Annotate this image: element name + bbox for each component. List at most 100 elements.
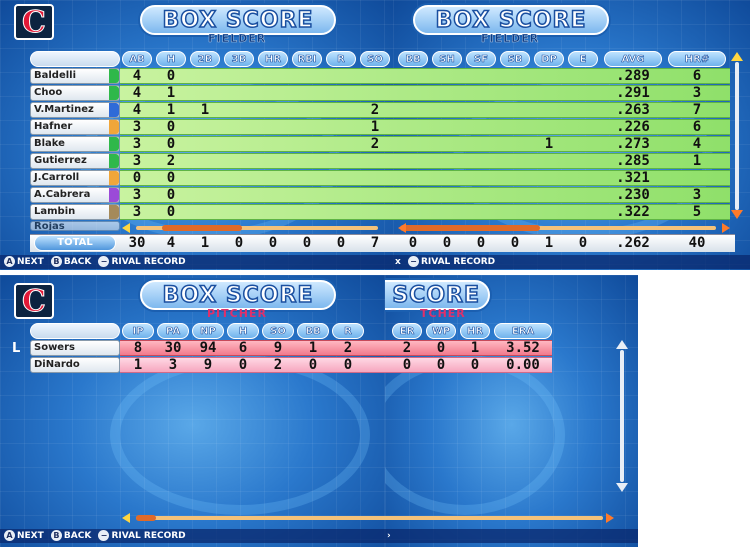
next-hint[interactable]: NEXT	[17, 531, 44, 541]
scroll-right-arrow-icon[interactable]	[398, 223, 406, 233]
pitcher-name[interactable]: DiNardo	[30, 357, 120, 373]
stat-cell	[432, 153, 462, 169]
stat-cell: 6	[692, 68, 702, 84]
stat-cell: 0	[402, 357, 412, 373]
player-name[interactable]: Gutierrez	[30, 153, 120, 169]
player-name[interactable]: Hafner	[30, 119, 120, 135]
scroll-left-arrow-icon[interactable]	[122, 223, 130, 233]
stat-cell: 94	[199, 340, 217, 356]
stat-cell	[398, 102, 428, 118]
box-score-title: BOX SCORE	[140, 5, 336, 35]
decision-indicator: L	[12, 341, 21, 356]
player-name[interactable]: Choo	[30, 85, 120, 101]
back-hint[interactable]: BACK	[64, 531, 91, 541]
position-color-tag	[109, 171, 119, 185]
column-header: SH	[432, 51, 462, 67]
fielder-horizontal-scrollbar-right[interactable]	[400, 223, 730, 233]
stat-cell: 0.00	[506, 357, 540, 373]
stat-cell	[292, 187, 322, 203]
pitcher-subtitle: PITCHER	[207, 307, 267, 320]
stat-cell	[190, 153, 220, 169]
player-name-label: Blake	[34, 138, 65, 149]
column-header: DP	[534, 51, 564, 67]
position-color-tag	[109, 137, 119, 151]
player-name-label: J.Carroll	[34, 172, 80, 183]
stat-cell	[224, 119, 254, 135]
player-name[interactable]: A.Cabrera	[30, 187, 120, 203]
scroll-left-arrow-icon[interactable]	[122, 513, 130, 523]
stat-cell	[326, 85, 356, 101]
b-button-icon: B	[50, 256, 62, 267]
player-name[interactable]: Lambin	[30, 204, 120, 220]
stat-cell: 1	[544, 136, 554, 152]
scroll-right-arrow-icon[interactable]	[606, 513, 614, 523]
pitcher-vertical-scrollbar[interactable]	[617, 340, 627, 492]
stat-cell	[534, 68, 564, 84]
scroll-down-arrow-icon[interactable]	[731, 210, 743, 219]
scroll-down-arrow-icon[interactable]	[616, 483, 628, 492]
stat-cell	[258, 204, 288, 220]
column-header: RBI	[292, 51, 322, 67]
stat-cell	[190, 136, 220, 152]
stat-cell: 0	[436, 357, 446, 373]
stat-cell	[292, 68, 322, 84]
a-button-icon: A	[4, 256, 15, 267]
stat-cell	[432, 136, 462, 152]
player-name[interactable]: V.Martinez	[30, 102, 120, 118]
stat-cell: 0	[166, 119, 176, 135]
stat-cell: .291	[616, 85, 650, 101]
scroll-right-arrow-icon[interactable]	[722, 223, 730, 233]
column-header: H	[156, 51, 186, 67]
player-name-label: Gutierrez	[34, 155, 87, 166]
stat-cell: 0	[132, 170, 142, 186]
stat-cell: 3	[168, 357, 178, 373]
stat-cell	[190, 187, 220, 203]
stat-cell	[224, 170, 254, 186]
stat-cell	[326, 187, 356, 203]
stat-cell	[568, 136, 598, 152]
rival-record-hint[interactable]: RIVAL RECORD	[421, 257, 495, 267]
player-name-label: V.Martinez	[34, 104, 94, 115]
position-color-tag	[109, 154, 119, 168]
total-cell: 40	[688, 235, 706, 251]
position-color-tag	[109, 86, 119, 100]
stat-cell	[466, 153, 496, 169]
player-name-label: Choo	[34, 87, 63, 98]
rival-record-hint[interactable]: RIVAL RECORD	[111, 531, 185, 541]
stat-cell	[292, 102, 322, 118]
fielder-horizontal-scrollbar-left[interactable]	[122, 223, 392, 233]
player-name[interactable]: J.Carroll	[30, 170, 120, 186]
player-name[interactable]: Baldelli	[30, 68, 120, 84]
stat-cell: 4	[132, 85, 142, 101]
pitcher-horizontal-scrollbar[interactable]	[122, 513, 617, 523]
stat-cell: 0	[343, 357, 353, 373]
stat-cell	[568, 170, 598, 186]
player-name[interactable]: Blake	[30, 136, 120, 152]
pitcher-subtitle-partial: TCHER	[420, 307, 466, 320]
stat-cell	[568, 187, 598, 203]
next-hint[interactable]: NEXT	[17, 257, 44, 267]
stat-cell	[534, 119, 564, 135]
minus-button-icon: −	[98, 530, 110, 541]
total-cell: 0	[268, 235, 278, 251]
total-cell: 0	[302, 235, 312, 251]
column-header: 3B	[224, 51, 254, 67]
column-header: HR	[258, 51, 288, 67]
rival-record-hint[interactable]: RIVAL RECORD	[111, 257, 185, 267]
back-hint[interactable]: BACK	[64, 257, 91, 267]
scroll-up-arrow-icon[interactable]	[731, 52, 743, 61]
stat-cell	[360, 204, 390, 220]
column-header: NP	[192, 323, 224, 339]
stat-cell: 1	[692, 153, 702, 169]
stat-cell	[360, 153, 390, 169]
stat-cell: 9	[273, 340, 283, 356]
button-hint-bar: ›	[385, 529, 638, 543]
column-header: AVG	[604, 51, 662, 67]
scroll-up-arrow-icon[interactable]	[616, 340, 628, 349]
column-header: BB	[297, 323, 329, 339]
pitcher-name[interactable]: Sowers	[30, 340, 120, 356]
stat-cell	[326, 136, 356, 152]
stat-cell: 1	[133, 357, 143, 373]
fielder-vertical-scrollbar[interactable]	[732, 52, 742, 220]
pitcher-panel-right: SCORE TCHER	[385, 275, 638, 547]
